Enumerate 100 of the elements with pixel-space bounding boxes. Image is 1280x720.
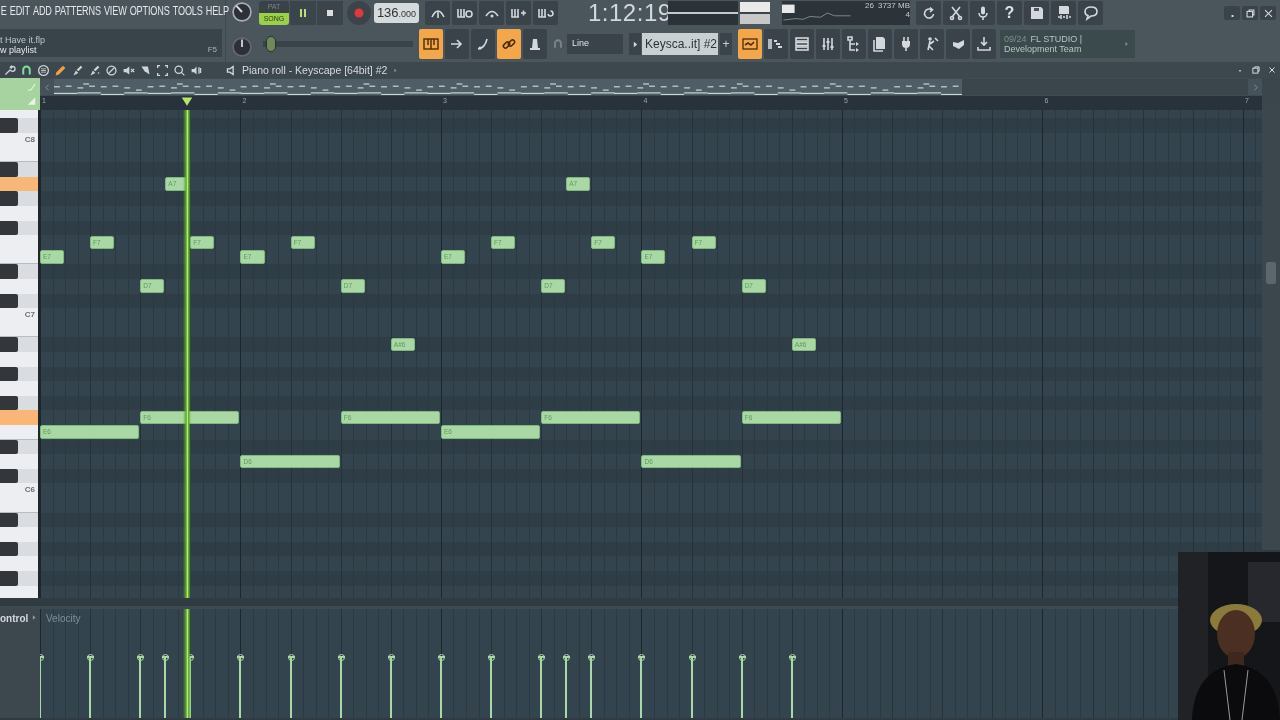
menu-item[interactable]: VIEW [103,4,127,18]
toolbar-button[interactable] [943,1,968,25]
slider-thumb[interactable] [266,36,276,52]
piano-key[interactable] [0,205,38,221]
toolbar-button[interactable] [471,29,495,59]
toolbar-button[interactable] [738,29,762,59]
octave-label: C6 [24,484,35,497]
magnet-icon [552,38,564,50]
toolbar-button[interactable] [497,29,521,59]
stop-button[interactable] [317,1,343,25]
toolbar-button[interactable] [868,29,892,59]
knob-icon [230,36,253,58]
toolbar-button[interactable] [972,29,996,59]
menu-item[interactable]: OPTIONS [129,4,170,18]
velocity-stem[interactable] [788,656,796,718]
minimize-button[interactable] [1224,6,1240,20]
restore-icon [1244,7,1256,19]
velocity-stem[interactable] [488,656,496,718]
news-panel[interactable]: 09/24 FL STUDIO | Development Team [1000,30,1135,58]
close-icon [1267,65,1277,75]
control-label[interactable]: ontrol [0,613,29,624]
restore-button[interactable] [1242,6,1258,20]
velocity-stem[interactable] [387,656,395,718]
velocity-stem[interactable] [137,656,145,718]
toolbar-button[interactable] [894,29,918,59]
menu-item[interactable]: EDIT [9,4,30,18]
tempo-field[interactable]: 136.000 [374,3,419,23]
hammer-figure-icon [924,36,940,52]
scrollbar[interactable] [1262,110,1280,550]
toolbar-button[interactable] [419,29,443,59]
toolbar-button[interactable] [790,29,814,59]
zoom-icon [173,63,186,77]
toolbar-button[interactable] [1024,1,1049,25]
scrollbar-thumb[interactable] [1266,262,1276,284]
polyphony-value: 4 [905,10,910,19]
piano-roll-icon [768,36,784,52]
toolbar-button[interactable] [816,29,840,59]
bell-icon [527,36,543,52]
piano-key[interactable] [0,176,38,192]
velocity-stem[interactable] [287,656,295,718]
play-button[interactable] [290,1,316,25]
ramp-icon [25,81,38,93]
restore-button[interactable] [1250,64,1262,76]
velocity-stem[interactable] [437,656,445,718]
toolbar-button[interactable] [1051,1,1076,25]
close-button[interactable] [1260,6,1276,20]
velocity-stem[interactable] [87,656,95,718]
knob-icon [230,1,253,23]
curve-icon [475,36,491,52]
menu-item[interactable]: PATTERNS [54,4,101,18]
velocity-lane[interactable]: Velocity [40,609,1178,718]
help-button[interactable]: ? [997,1,1022,25]
toolbar-button[interactable] [970,1,995,25]
toolbar-button[interactable] [916,1,941,25]
window-title: Piano roll - Keyscape [64bit] #2 [242,64,388,76]
piano-key[interactable] [0,585,38,598]
prohibit-icon [105,63,118,77]
toolbar-button[interactable] [425,1,450,25]
toolbar-button[interactable] [445,29,469,59]
piano-key[interactable] [0,351,38,367]
menu-item[interactable]: HELP [205,4,229,18]
sliders-icon [820,36,836,52]
toolbar-button[interactable] [1078,1,1103,25]
velocity-stem[interactable] [538,656,546,718]
velocity-stem[interactable] [187,656,195,718]
toolbar-button[interactable] [533,1,558,25]
toolbar-button[interactable] [946,29,970,59]
toolbar-button[interactable] [764,29,788,59]
toolbar-button[interactable] [523,29,547,59]
piano-key[interactable] [0,132,38,148]
hint-text: t Have it.flp [0,35,46,45]
disk-wave-icon [1055,5,1072,21]
velocity-stem[interactable] [337,656,345,718]
pattern-arrow-button[interactable] [629,33,641,55]
velocity-stem[interactable] [688,656,696,718]
playlist-icon [742,36,758,52]
velocity-stem[interactable] [237,656,245,718]
toolbar-button[interactable] [479,1,504,25]
velocity-stem[interactable] [638,656,646,718]
wrench-icon [3,63,16,77]
pattern-selector[interactable]: Keysca..it] #2 [642,33,718,55]
menu-item[interactable]: E [0,4,7,18]
toolbar-button[interactable] [842,29,866,59]
toolbar-button[interactable] [920,29,944,59]
pages-icon [872,36,888,52]
velocity-stem[interactable] [162,656,170,718]
toolbar-button[interactable] [506,1,531,25]
overview-drawing[interactable] [54,79,962,95]
close-icon [1262,7,1274,19]
snap-dropdown[interactable]: Line [567,34,623,54]
piano-key[interactable] [0,278,38,294]
velocity-stem[interactable] [738,656,746,718]
slice-icon [139,63,152,77]
menu-item[interactable]: ADD [32,4,52,18]
toolbar-button[interactable] [452,1,477,25]
peak-meter [740,2,770,24]
menu-item[interactable]: TOOLS [172,4,203,18]
velocity-stem[interactable] [563,656,571,718]
velocity-stem[interactable] [588,656,596,718]
add-pattern-button[interactable]: + [720,33,732,55]
